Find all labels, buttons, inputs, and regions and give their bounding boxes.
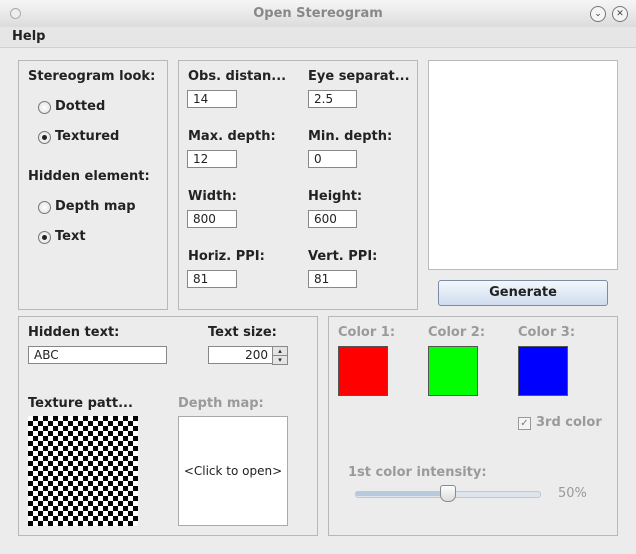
radio-textured-label[interactable]: Textured (55, 129, 119, 144)
eye-separation-field[interactable]: 2.5 (308, 90, 357, 108)
radio-text-label[interactable]: Text (55, 229, 86, 244)
min-depth-label: Min. depth: (308, 129, 393, 144)
third-color-checkbox[interactable]: ✓ (518, 417, 531, 430)
radio-dotted[interactable] (38, 101, 51, 114)
vert-ppi-label: Vert. PPI: (308, 249, 378, 264)
intensity-slider-fill (355, 491, 447, 496)
height-label: Height: (308, 189, 363, 204)
max-depth-field[interactable]: 12 (187, 150, 237, 168)
color1-swatch[interactable] (338, 346, 388, 396)
width-label: Width: (188, 189, 237, 204)
obs-distance-field[interactable]: 14 (187, 90, 237, 108)
close-icon[interactable]: ✕ (612, 6, 628, 22)
third-color-label[interactable]: 3rd color (536, 415, 602, 430)
text-size-spinner[interactable]: 200 (208, 346, 274, 364)
preview-area[interactable] (428, 60, 618, 270)
max-depth-label: Max. depth: (188, 129, 276, 144)
color3-label: Color 3: (518, 325, 576, 340)
width-field[interactable]: 800 (187, 210, 237, 228)
radio-depth-map-label[interactable]: Depth map (55, 199, 136, 214)
window-title: Open Stereogram (253, 6, 383, 21)
intensity-label: 1st color intensity: (348, 465, 487, 480)
vert-ppi-field[interactable]: 81 (308, 270, 357, 288)
intensity-slider-thumb[interactable] (440, 485, 456, 502)
radio-textured[interactable] (38, 131, 51, 144)
color2-label: Color 2: (428, 325, 486, 340)
color3-swatch[interactable] (518, 346, 568, 396)
minimize-icon[interactable]: ⌄ (590, 6, 606, 22)
hidden-element-heading: Hidden element: (28, 169, 150, 184)
horiz-ppi-field[interactable]: 81 (187, 270, 237, 288)
look-panel (18, 60, 168, 310)
intensity-value: 50% (558, 486, 587, 501)
height-field[interactable]: 600 (308, 210, 357, 228)
depth-map-label: Depth map: (178, 396, 264, 411)
min-depth-field[interactable]: 0 (308, 150, 357, 168)
spinner-down-icon[interactable]: ▾ (272, 355, 288, 365)
color1-label: Color 1: (338, 325, 396, 340)
color2-swatch[interactable] (428, 346, 478, 396)
obs-distance-label: Obs. distan... (188, 69, 287, 84)
menu-help[interactable]: Help (12, 29, 45, 44)
text-size-label: Text size: (208, 325, 277, 340)
texture-pattern-image[interactable] (28, 416, 138, 526)
depth-map-open[interactable]: <Click to open> (178, 416, 288, 526)
generate-button[interactable]: Generate (438, 280, 608, 306)
radio-depth-map[interactable] (38, 201, 51, 214)
hidden-text-label: Hidden text: (28, 325, 120, 340)
hidden-text-field[interactable]: ABC (28, 346, 167, 364)
texture-pattern-label: Texture patt... (28, 396, 133, 411)
horiz-ppi-label: Horiz. PPI: (188, 249, 265, 264)
radio-text[interactable] (38, 231, 51, 244)
menu-bar (0, 27, 636, 48)
look-heading: Stereogram look: (28, 69, 156, 84)
radio-dotted-label[interactable]: Dotted (55, 99, 105, 114)
eye-separation-label: Eye separat... (308, 69, 410, 84)
